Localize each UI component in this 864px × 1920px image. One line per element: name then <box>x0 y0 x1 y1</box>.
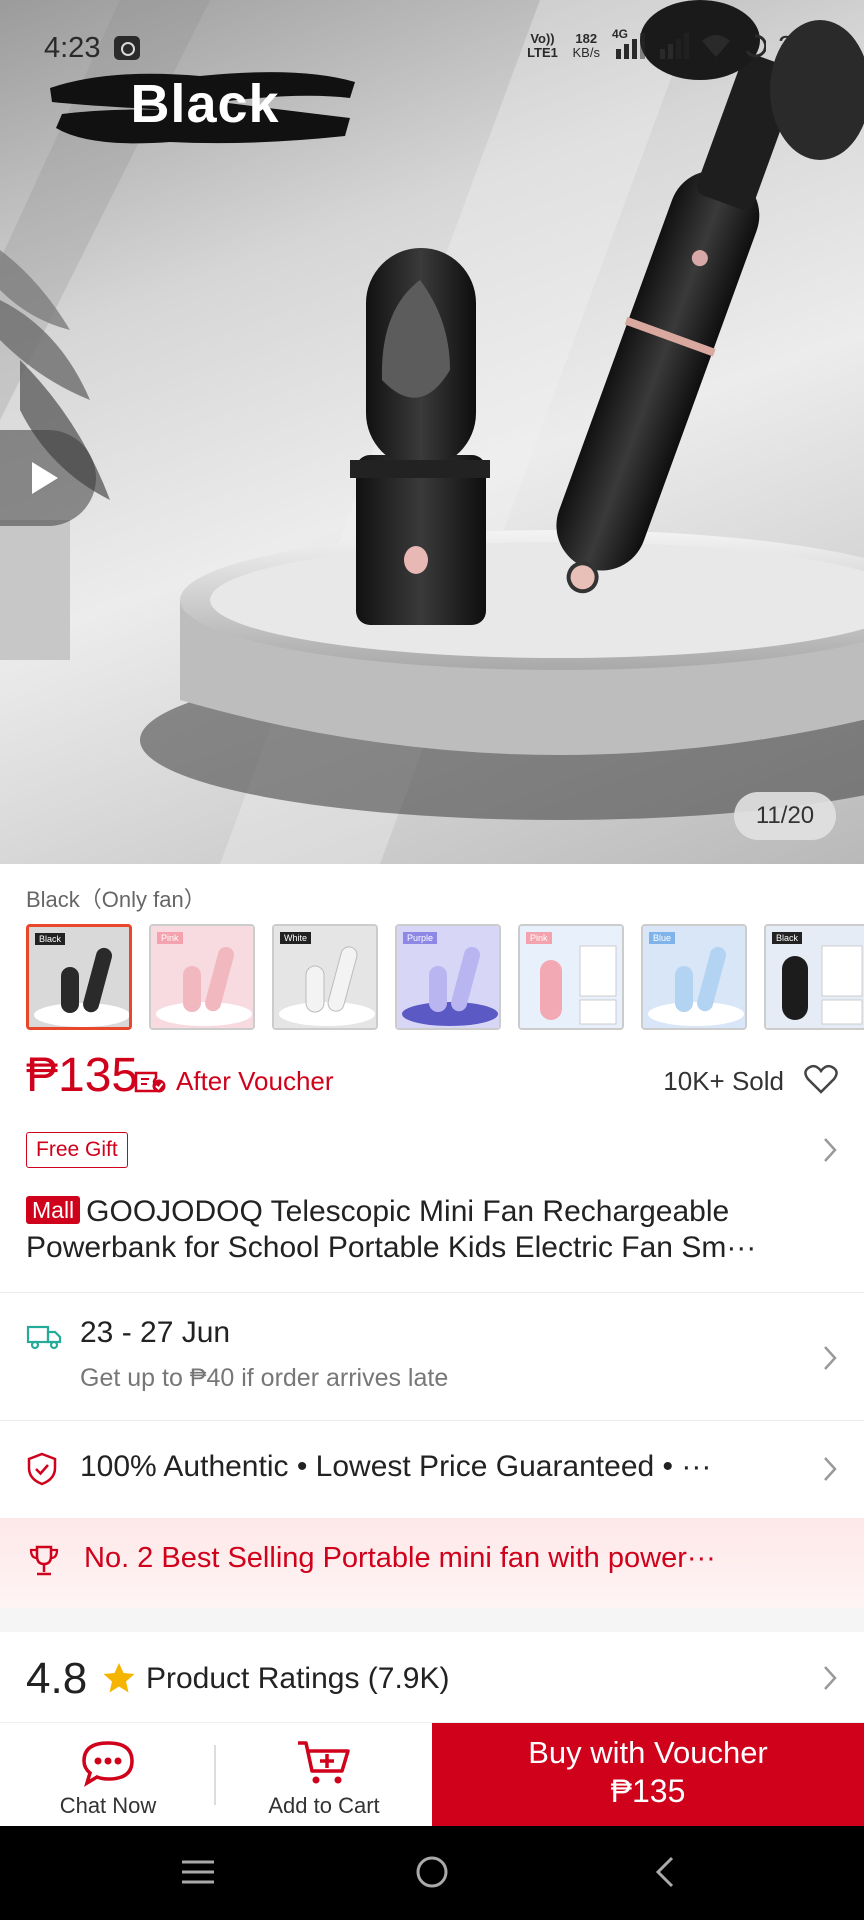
notification-icon <box>114 36 140 60</box>
mall-badge: Mall <box>26 1196 81 1224</box>
buy-price: ₱135 <box>610 1773 686 1809</box>
add-to-cart-icon <box>298 1741 350 1784</box>
truck-icon <box>26 1325 62 1350</box>
voucher-icon <box>134 1071 166 1093</box>
product-ratings-row[interactable]: 4.8 Product Ratings (7.9K) <box>0 1632 864 1722</box>
variant-thumb[interactable]: Black <box>26 924 132 1030</box>
star-icon <box>103 1663 135 1693</box>
section-gap <box>0 1608 864 1632</box>
trophy-icon <box>29 1545 59 1576</box>
ratings-label: Product Ratings (7.9K) <box>146 1662 450 1695</box>
variant-thumb[interactable]: Blue <box>641 924 747 1030</box>
sold-count: 10K+ Sold <box>663 1066 784 1096</box>
variant-thumb-tag: White <box>280 932 312 944</box>
best-selling-banner[interactable]: No. 2 Best Selling Portable mini fan wit… <box>0 1518 864 1608</box>
free-gift-row[interactable]: Free Gift <box>26 1132 838 1172</box>
variant-thumb-tag: Black <box>772 932 803 944</box>
product-title-line-2: Powerbank for School Portable Kids Elect… <box>26 1231 757 1264</box>
product-title: Mall GOOJODOQ Telescopic Mini Fan Recharg… <box>26 1194 838 1266</box>
variant-thumb[interactable]: Purple <box>395 924 501 1030</box>
home-icon[interactable] <box>414 1854 450 1890</box>
delivery-date: 23 - 27 Jun <box>80 1316 231 1349</box>
variant-thumb[interactable]: Pink <box>149 924 255 1030</box>
battery-icon <box>745 34 766 58</box>
buy-with-voucher-label: Buy with Voucher <box>528 1735 768 1770</box>
status-indicators: Vo)) LTE1 182 KB/s 4G 25% <box>524 27 834 62</box>
product-title-line-1: Mall GOOJODOQ Telescopic Mini Fan Recharg… <box>26 1194 838 1230</box>
variant-thumb-tag: Pink <box>526 932 552 944</box>
after-voucher-label: After Voucher <box>176 1066 334 1096</box>
battery-percent: 25% <box>777 30 834 61</box>
shipping-row[interactable]: 23 - 27 Jun Get up to ₱40 if order arriv… <box>0 1294 864 1420</box>
selected-variant-label: Black（Only fan） <box>26 887 206 912</box>
variant-thumb-tag: Black <box>35 933 66 945</box>
late-delivery-note: Get up to ₱40 if order arrives late <box>80 1364 449 1392</box>
network-speed-value: 182 <box>575 31 598 46</box>
add-to-cart-button[interactable]: Add to Cart <box>254 1723 394 1827</box>
back-icon[interactable] <box>648 1854 684 1890</box>
price-row: ₱135 After Voucher 10K+ Sold <box>26 1048 838 1108</box>
rating-score: 4.8 <box>26 1654 88 1703</box>
shield-check-icon <box>27 1452 57 1486</box>
chevron-right-icon <box>824 1457 837 1481</box>
guarantee-row[interactable]: 100% Authentic • Lowest Price Guaranteed… <box>0 1422 864 1516</box>
color-tag-overlay: Black <box>50 58 360 150</box>
price: ₱135 <box>26 1049 139 1102</box>
chevron-right-icon <box>824 1138 837 1162</box>
play-icon <box>32 462 58 494</box>
heart-icon[interactable] <box>804 1064 838 1094</box>
chat-now-button[interactable]: Chat Now <box>40 1723 176 1827</box>
variant-thumb[interactable]: Pink <box>518 924 624 1030</box>
chevron-right-icon <box>824 1346 837 1370</box>
network-speed: 182 KB/s <box>572 32 599 60</box>
chat-now-label: Chat Now <box>59 1793 157 1818</box>
bottom-action-bar: Chat Now Add to Cart Buy with Voucher ₱1… <box>0 1722 864 1827</box>
variant-thumb-tag: Blue <box>649 932 676 944</box>
variant-thumb-tag: Purple <box>403 932 438 944</box>
chevron-right-icon <box>824 1666 837 1690</box>
product-image-carousel[interactable]: 4:23 Vo)) LTE1 182 KB/s 4G 25% Black 11/… <box>0 0 864 864</box>
play-video-button[interactable] <box>0 430 96 526</box>
recents-icon[interactable] <box>180 1854 216 1890</box>
volte-indicator: Vo)) LTE1 <box>527 31 558 60</box>
signal-icon-2 <box>656 33 689 59</box>
wifi-icon <box>701 35 730 57</box>
color-tag-text: Black <box>130 74 280 134</box>
buy-with-voucher-button[interactable]: Buy with Voucher ₱135 <box>432 1723 864 1827</box>
guarantee-text: 100% Authentic • Lowest Price Guaranteed… <box>80 1450 712 1483</box>
divider <box>0 1292 864 1293</box>
add-to-cart-label: Add to Cart <box>268 1793 380 1818</box>
variant-thumbnails: Black Pink White Purple Pink Blue Black <box>26 924 864 1030</box>
variant-thumb[interactable]: Black <box>764 924 864 1030</box>
signal-icon: 4G <box>612 27 645 59</box>
divider <box>0 1420 864 1421</box>
chat-icon <box>82 1741 134 1787</box>
system-navigation-bar <box>0 1826 864 1920</box>
network-speed-unit: KB/s <box>572 45 600 60</box>
variant-thumb-tag: Pink <box>157 932 183 944</box>
product-title-text-1: GOOJODOQ Telescopic Mini Fan Rechargeabl… <box>86 1195 730 1228</box>
image-counter: 11/20 <box>734 792 836 840</box>
free-gift-badge: Free Gift <box>26 1132 128 1168</box>
action-separator <box>214 1745 216 1805</box>
best-selling-text: No. 2 Best Selling Portable mini fan wit… <box>84 1542 716 1574</box>
variant-thumb[interactable]: White <box>272 924 378 1030</box>
